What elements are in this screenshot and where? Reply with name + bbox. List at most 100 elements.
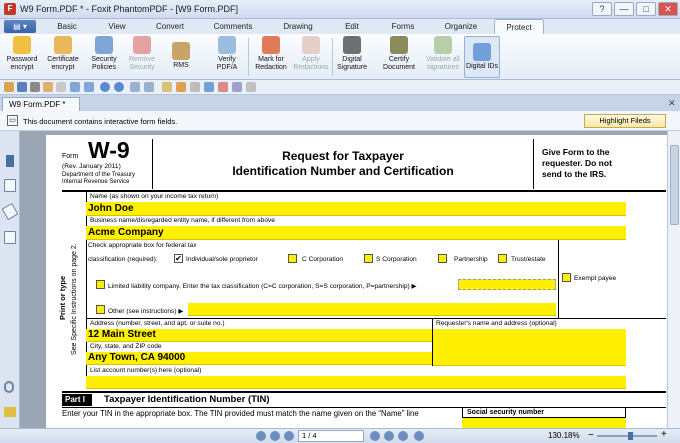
exempt-divider: [558, 240, 559, 318]
zoom-out-icon[interactable]: [84, 82, 94, 92]
next-page-icon[interactable]: [370, 431, 380, 441]
undo-icon[interactable]: [130, 82, 140, 92]
save-icon[interactable]: [17, 82, 27, 92]
tab-organize[interactable]: Organize: [434, 19, 488, 34]
remove-security-icon: [133, 36, 151, 54]
city-field[interactable]: Any Town, CA 94000: [86, 352, 432, 365]
scrollbar-thumb[interactable]: [670, 145, 679, 225]
requester-label: Requester's name and address (optional): [436, 320, 557, 327]
remove-security-button[interactable]: Remove Security: [124, 36, 160, 78]
title-bar: F W9 Form.PDF * - Foxit PhantomPDF - [W9…: [0, 0, 680, 19]
maximize-button[interactable]: □: [636, 2, 656, 16]
c-corporation-option: C Corporation: [302, 256, 344, 263]
signatures-panel-icon[interactable]: [4, 407, 16, 417]
redo-icon[interactable]: [144, 82, 154, 92]
s-corporation-option: S Corporation: [376, 256, 417, 263]
tab-basic[interactable]: Basic: [44, 19, 90, 34]
mark-for-redaction-button[interactable]: Mark for Redaction: [252, 36, 290, 78]
other-checkbox[interactable]: [96, 305, 105, 314]
apply-redactions-button[interactable]: Apply Redactions: [292, 36, 330, 78]
tab-comments[interactable]: Comments: [204, 19, 262, 34]
tab-forms[interactable]: Forms: [380, 19, 426, 34]
minimize-button[interactable]: —: [614, 2, 634, 16]
select-text-icon[interactable]: [56, 82, 66, 92]
close-document-icon[interactable]: ✕: [668, 98, 676, 109]
help-button[interactable]: ?: [592, 2, 612, 16]
zoom-in-icon[interactable]: +: [661, 429, 667, 440]
account-field[interactable]: [86, 376, 626, 389]
ribbon-separator: [248, 38, 249, 76]
verify-pdfa-button[interactable]: Verify PDF/A: [210, 36, 244, 78]
requester-field[interactable]: [433, 329, 626, 366]
ribbon-tab-bar: ▤ ▾ Basic View Convert Comments Drawing …: [0, 19, 680, 34]
tab-protect[interactable]: Protect: [494, 19, 544, 34]
password-encrypt-button[interactable]: Password encrypt: [2, 36, 42, 78]
document-viewport[interactable]: Form W-9 (Rev. January 2011) Department …: [20, 131, 667, 428]
certificate-encrypt-button[interactable]: Certificate encrypt: [42, 36, 84, 78]
row-rule: [86, 318, 666, 319]
tab-convert[interactable]: Convert: [144, 19, 196, 34]
first-page-icon[interactable]: [256, 431, 266, 441]
pages-panel-icon[interactable]: [4, 179, 16, 192]
document-tab[interactable]: W9 Form.PDF *: [2, 97, 80, 111]
name-value: John Doe: [88, 203, 134, 214]
llc-classification-field[interactable]: [458, 279, 556, 290]
digital-ids-button[interactable]: Digital IDs: [464, 36, 500, 78]
link-tool-icon[interactable]: [204, 82, 214, 92]
close-button[interactable]: ✕: [658, 2, 678, 16]
hand-tool-icon[interactable]: [43, 82, 53, 92]
highlight-fields-button[interactable]: Highlight Fileds: [584, 114, 666, 128]
s-corporation-checkbox[interactable]: [364, 254, 373, 263]
zoom-slider[interactable]: [597, 435, 657, 437]
previous-view-icon[interactable]: [284, 431, 294, 441]
customize-toolbar-icon[interactable]: [246, 82, 256, 92]
stamp-icon[interactable]: [218, 82, 228, 92]
print-icon[interactable]: [30, 82, 40, 92]
classification-label1: Check appropriate box for federal tax: [88, 242, 197, 249]
tab-view[interactable]: View: [94, 19, 140, 34]
next-view-icon[interactable]: [398, 431, 408, 441]
other-field[interactable]: [188, 303, 556, 316]
fit-page-icon[interactable]: [414, 431, 424, 441]
rms-button[interactable]: RMS: [164, 36, 198, 78]
tab-edit[interactable]: Edit: [332, 19, 372, 34]
tab-drawing[interactable]: Drawing: [272, 19, 324, 34]
highlight-tool-icon[interactable]: [176, 82, 186, 92]
digital-signature-button[interactable]: Digital Signature: [334, 36, 370, 78]
name-field[interactable]: John Doe: [86, 202, 626, 216]
address-field[interactable]: 12 Main Street: [86, 329, 432, 342]
zoom-out-icon[interactable]: −: [588, 430, 594, 441]
zoom-slider-thumb[interactable]: [628, 432, 633, 440]
open-icon[interactable]: [4, 82, 14, 92]
forward-icon[interactable]: [114, 82, 124, 92]
certify-document-button[interactable]: Certify Document: [380, 36, 418, 78]
c-corporation-checkbox[interactable]: [288, 254, 297, 263]
business-label: Business name/disregarded entity name, i…: [90, 217, 275, 224]
page-number-input[interactable]: 1 / 4: [298, 430, 364, 442]
form-fields-icon: ▭: [7, 115, 18, 126]
trust-estate-checkbox[interactable]: [498, 254, 507, 263]
ssn-field[interactable]: [462, 418, 626, 428]
validate-all-signatures-button[interactable]: Validate all signatures: [424, 36, 462, 78]
back-icon[interactable]: [100, 82, 110, 92]
ribbon-separator: [332, 38, 333, 76]
bookmarks-icon[interactable]: [1, 202, 19, 221]
individual-checkbox[interactable]: ✔: [174, 254, 183, 263]
security-policies-button[interactable]: Security Policies: [84, 36, 124, 78]
partnership-checkbox[interactable]: [438, 254, 447, 263]
zoom-in-icon[interactable]: [70, 82, 80, 92]
attachments-icon[interactable]: [4, 381, 14, 393]
comments-panel-icon[interactable]: [4, 231, 16, 244]
snapshot-icon[interactable]: [190, 82, 200, 92]
last-page-icon[interactable]: [384, 431, 394, 441]
note-icon[interactable]: [232, 82, 242, 92]
app-menu-button[interactable]: ▤ ▾: [4, 20, 36, 33]
business-name-field[interactable]: Acme Company: [86, 226, 626, 240]
exempt-payee-checkbox[interactable]: [562, 273, 571, 282]
vertical-scrollbar[interactable]: [667, 131, 680, 428]
llc-checkbox[interactable]: [96, 280, 105, 289]
expand-panel-icon[interactable]: [6, 155, 14, 167]
typewriter-icon[interactable]: [162, 82, 172, 92]
previous-page-icon[interactable]: [270, 431, 280, 441]
foxit-logo-icon[interactable]: F: [4, 3, 16, 15]
